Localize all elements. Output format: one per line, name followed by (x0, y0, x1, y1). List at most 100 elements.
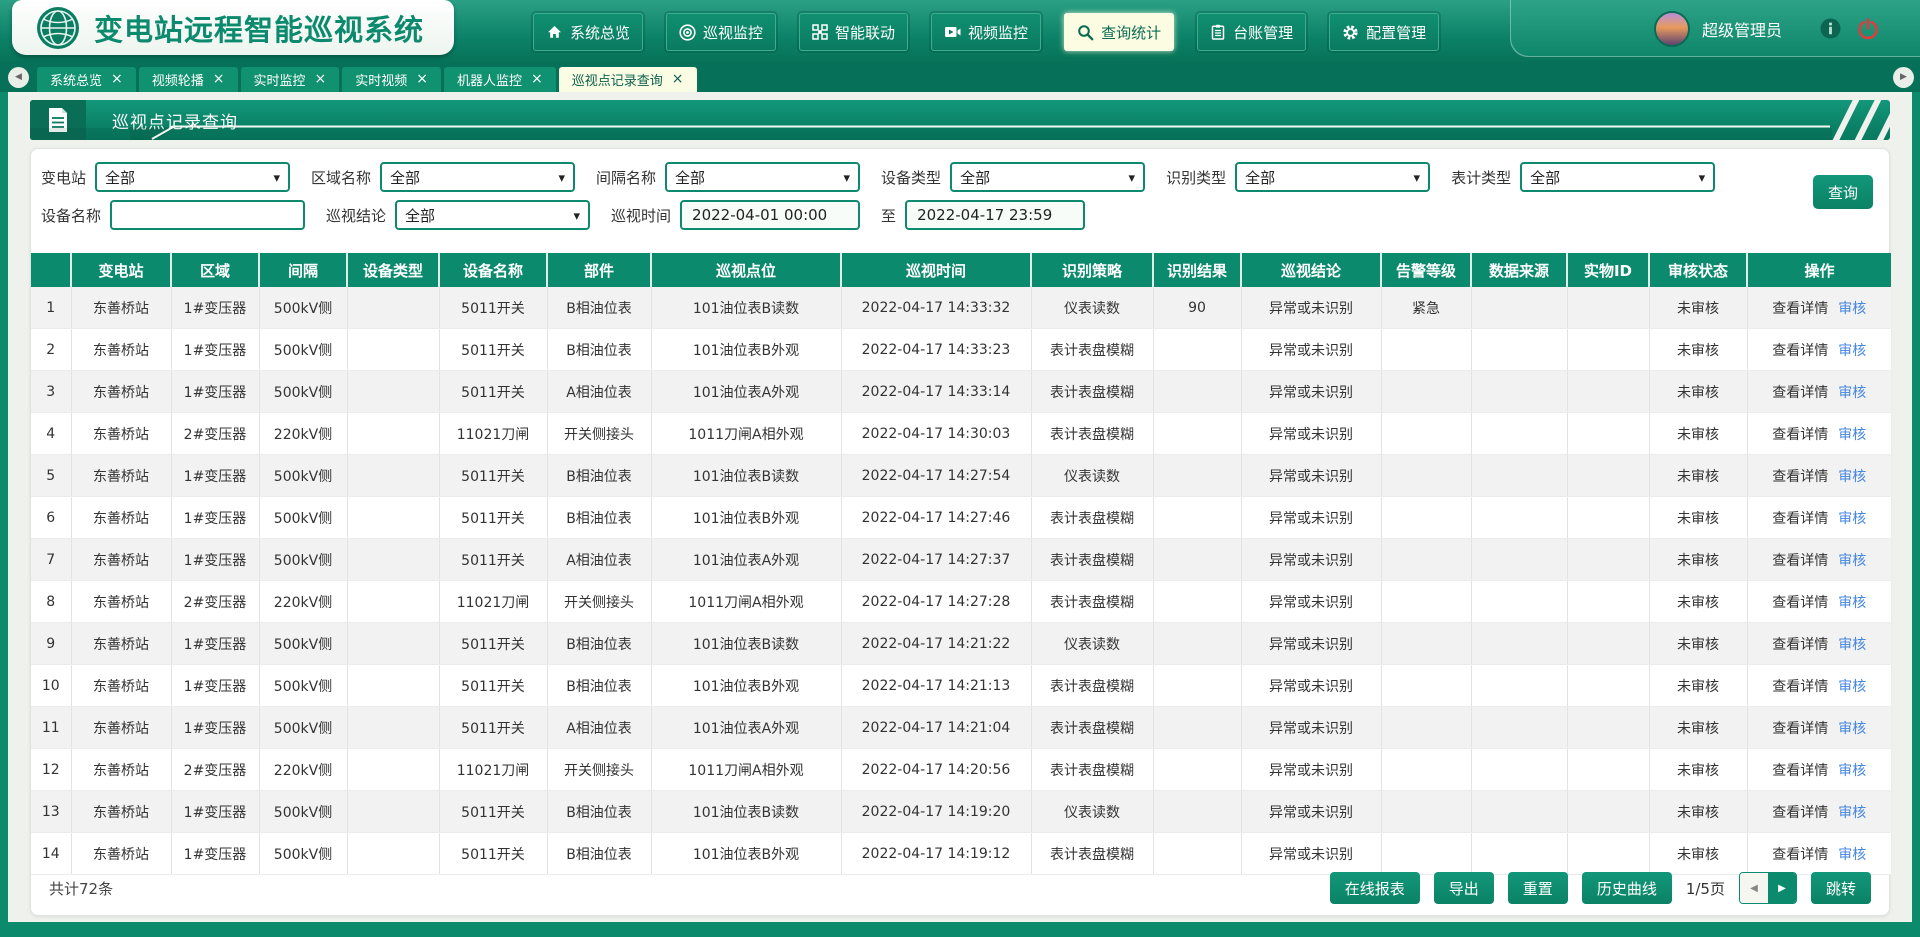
user-name: 超级管理员 (1702, 17, 1782, 41)
cell-time: 2022-04-17 14:21:04 (841, 707, 1031, 749)
page-indicator: 1/5页 (1686, 878, 1725, 899)
audit-link[interactable]: 审核 (1838, 805, 1866, 821)
audit-link[interactable]: 审核 (1838, 553, 1866, 569)
cell-alarm-level (1381, 749, 1471, 791)
close-icon[interactable] (315, 72, 327, 87)
info-icon[interactable] (1820, 18, 1841, 39)
online-report-button[interactable]: 在线报表 (1330, 872, 1420, 904)
audit-link[interactable]: 审核 (1838, 343, 1866, 359)
cell-operation: 查看详情审核 (1747, 413, 1891, 455)
nav-ledger-management[interactable]: 台账管理 (1197, 13, 1306, 51)
prev-page-icon[interactable] (1740, 873, 1768, 903)
audit-link[interactable]: 审核 (1838, 763, 1866, 779)
view-detail-link[interactable]: 查看详情 (1772, 385, 1828, 401)
cell-time: 2022-04-17 14:27:37 (841, 539, 1031, 581)
cell-bay: 500kV侧 (259, 665, 347, 707)
recognition-type-select[interactable]: 全部 (1235, 162, 1430, 192)
view-detail-link[interactable]: 查看详情 (1772, 301, 1828, 317)
cell-alarm-level (1381, 413, 1471, 455)
cell-station: 东善桥站 (71, 581, 171, 623)
nav-config-management[interactable]: 配置管理 (1329, 13, 1439, 51)
conclusion-select[interactable]: 全部 (395, 200, 590, 230)
view-detail-link[interactable]: 查看详情 (1772, 721, 1828, 737)
search-icon (1077, 24, 1094, 41)
tab-scroll-right-icon[interactable] (1893, 67, 1914, 88)
nav-smart-linkage[interactable]: 智能联动 (799, 13, 908, 51)
cell-device-type (347, 329, 439, 371)
tab-video-carousel[interactable]: 视频轮播 (139, 67, 238, 92)
cell-time: 2022-04-17 14:19:20 (841, 791, 1031, 833)
view-detail-link[interactable]: 查看详情 (1772, 427, 1828, 443)
view-detail-link[interactable]: 查看详情 (1772, 553, 1828, 569)
avatar[interactable] (1654, 11, 1690, 47)
cell-bay: 500kV侧 (259, 791, 347, 833)
bay-select[interactable]: 全部 (665, 162, 860, 192)
tab-scroll-left-icon[interactable] (8, 67, 29, 88)
search-button[interactable]: 查询 (1813, 175, 1873, 209)
audit-link[interactable]: 审核 (1838, 637, 1866, 653)
tab-system-overview[interactable]: 系统总览 (37, 67, 136, 92)
tab-realtime-monitor[interactable]: 实时监控 (241, 67, 340, 92)
next-page-icon[interactable] (1768, 873, 1796, 903)
tab-realtime-video[interactable]: 实时视频 (342, 67, 441, 92)
nav-video-monitor[interactable]: 视频监控 (931, 13, 1041, 51)
time-from-input[interactable]: 2022-04-01 00:00 (680, 200, 860, 230)
cell-physical-id (1567, 749, 1649, 791)
cell-physical-id (1567, 497, 1649, 539)
audit-link[interactable]: 审核 (1838, 679, 1866, 695)
close-icon[interactable] (111, 72, 123, 87)
close-icon[interactable] (213, 72, 225, 87)
audit-link[interactable]: 审核 (1838, 301, 1866, 317)
header: 变电站远程智能巡视系统 系统总览 巡视监控 智能联动 (0, 0, 1920, 64)
view-detail-link[interactable]: 查看详情 (1772, 595, 1828, 611)
device-name-input[interactable] (110, 200, 305, 230)
time-to-input[interactable]: 2022-04-17 23:59 (905, 200, 1085, 230)
filter-row-1: 变电站 全部 区域名称 全部 间隔名称 全部 设备类型 全部 识别类型 全部 (31, 162, 1889, 192)
pager (1739, 872, 1797, 904)
cell-station: 东善桥站 (71, 791, 171, 833)
nav-inspection-monitor[interactable]: 巡视监控 (666, 13, 776, 51)
tab-inspection-record-query[interactable]: 巡视点记录查询 (559, 67, 697, 92)
view-detail-link[interactable]: 查看详情 (1772, 637, 1828, 653)
recognition-type-filter-label: 识别类型 (1166, 167, 1226, 188)
col-bay: 间隔 (259, 253, 347, 287)
cell-device-name: 5011开关 (439, 707, 547, 749)
app-logo-icon (36, 6, 80, 50)
close-icon[interactable] (672, 72, 684, 87)
audit-link[interactable]: 审核 (1838, 469, 1866, 485)
col-alarm-level: 告警等级 (1381, 253, 1471, 287)
reset-button[interactable]: 重置 (1508, 872, 1568, 904)
tab-robot-monitor[interactable]: 机器人监控 (444, 67, 556, 92)
view-detail-link[interactable]: 查看详情 (1772, 511, 1828, 527)
audit-link[interactable]: 审核 (1838, 385, 1866, 401)
cell-point: 1011刀闸A相外观 (651, 581, 841, 623)
cell-strategy: 表计表盘模糊 (1031, 497, 1153, 539)
jump-button[interactable]: 跳转 (1811, 872, 1871, 904)
close-icon[interactable] (416, 72, 428, 87)
cell-strategy: 仪表读数 (1031, 623, 1153, 665)
close-icon[interactable] (531, 72, 543, 87)
view-detail-link[interactable]: 查看详情 (1772, 343, 1828, 359)
view-detail-link[interactable]: 查看详情 (1772, 763, 1828, 779)
meter-type-select[interactable]: 全部 (1520, 162, 1715, 192)
nav-query-statistics[interactable]: 查询统计 (1064, 13, 1174, 51)
audit-link[interactable]: 审核 (1838, 427, 1866, 443)
audit-link[interactable]: 审核 (1838, 595, 1866, 611)
station-select[interactable]: 全部 (95, 162, 290, 192)
cell-device-name: 11021刀闸 (439, 581, 547, 623)
cell-result (1153, 581, 1241, 623)
cell-bay: 500kV侧 (259, 497, 347, 539)
history-curve-button[interactable]: 历史曲线 (1582, 872, 1672, 904)
area-select[interactable]: 全部 (380, 162, 575, 192)
nav-system-overview[interactable]: 系统总览 (533, 13, 643, 51)
audit-link[interactable]: 审核 (1838, 511, 1866, 527)
view-detail-link[interactable]: 查看详情 (1772, 469, 1828, 485)
export-button[interactable]: 导出 (1434, 872, 1494, 904)
power-logout-icon[interactable] (1857, 18, 1879, 40)
audit-link[interactable]: 审核 (1838, 721, 1866, 737)
cell-part: B相油位表 (547, 497, 651, 539)
device-type-select[interactable]: 全部 (950, 162, 1145, 192)
view-detail-link[interactable]: 查看详情 (1772, 679, 1828, 695)
view-detail-link[interactable]: 查看详情 (1772, 805, 1828, 821)
logo-panel: 变电站远程智能巡视系统 (12, 0, 454, 55)
